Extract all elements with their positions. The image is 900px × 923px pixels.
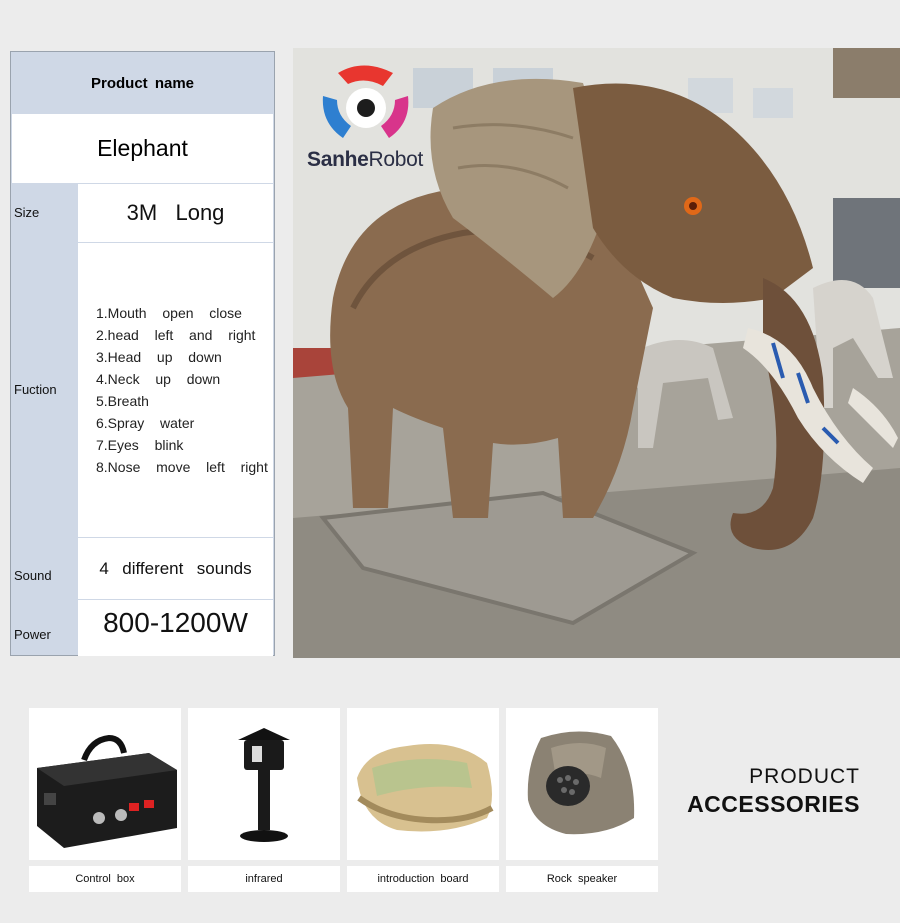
function-list: 1.Mouth open close 2.head left and right 3… [78,302,273,478]
rock-board-icon [347,708,499,860]
sound-row: Sound 4 different sounds [11,537,274,599]
sound-label: Sound [14,567,52,583]
power-row: Power 800-1200W [11,599,274,656]
brand-wordmark: SanheRobot [307,148,423,172]
accessories-title-line1: PRODUCT [749,765,860,788]
function-item: 6.Spray water [96,415,195,431]
accessory-infrared: infrared [188,708,340,892]
rock-speaker-icon [506,708,658,860]
accessory-caption: Rock speaker [506,866,658,892]
accessory-rock-speaker: Rock speaker [506,708,658,892]
function-row: Fuction 1.Mouth open close 2.head left an… [11,242,274,537]
product-name-header-row: Product name [11,52,274,113]
size-value: 3M Long [78,184,273,242]
sound-value: 4 different sounds [78,538,273,599]
spec-table: Product name Elephant Size 3M Long Fucti… [10,51,275,656]
power-label: Power [14,627,51,642]
size-row: Size 3M Long [11,183,274,242]
function-item: 4.Neck up down [96,371,221,387]
function-label: Fuction [14,382,57,397]
elephant-illustration [293,48,900,658]
brand-bold: Sanhe [307,148,369,171]
accessory-control-box: Control box [29,708,181,892]
infrared-sensor-icon [188,708,340,860]
accessory-introduction-board: introduction board [347,708,499,892]
function-values: 1.Mouth open close 2.head left and right 3… [78,243,273,537]
accessories-title: PRODUCT ACCESSORIES [660,765,860,818]
product-row: Elephant [11,113,274,183]
control-box-icon [29,708,181,860]
function-item: 5.Breath [96,393,149,409]
function-item: 1.Mouth open close [96,305,242,321]
brand-light: Robot [368,148,424,171]
function-item: 7.Eyes blink [96,437,184,453]
accessory-caption: infrared [188,866,340,892]
size-label: Size [14,205,40,220]
product-name-value: Elephant [12,114,273,183]
power-value: 800-1200W [78,600,273,656]
function-item: 2.head left and right [96,327,256,343]
function-item: 3.Head up down [96,349,222,365]
accessory-caption: introduction board [347,866,499,892]
product-name-header: Product name [90,74,195,92]
elephant-photo: SanheRobot [293,48,900,658]
accessories-title-line2: ACCESSORIES [687,791,860,817]
function-item: 8.Nose move left right [96,459,268,475]
accessory-caption: Control box [29,866,181,892]
